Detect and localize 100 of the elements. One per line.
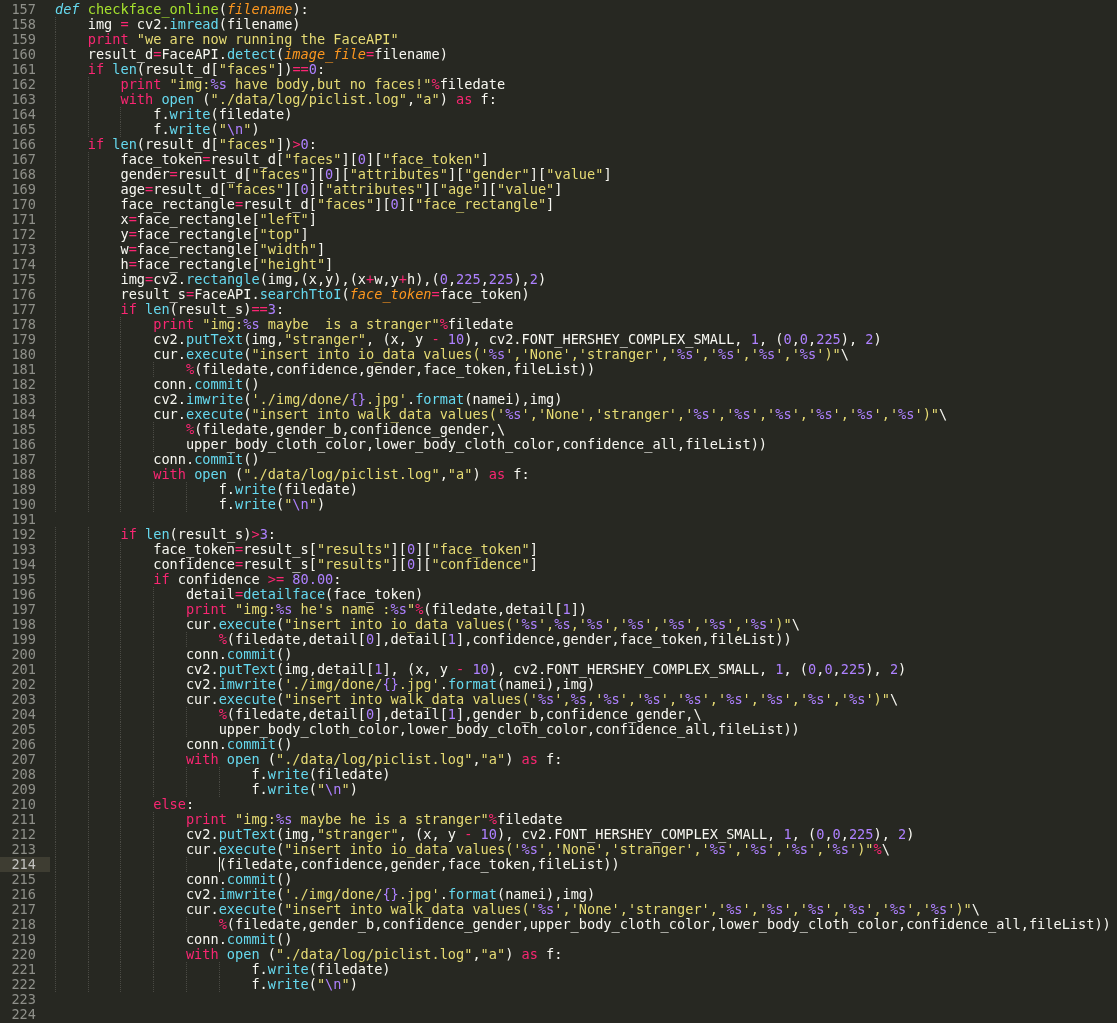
line-number: 184	[11, 407, 36, 422]
code-line: f.write("\n")	[55, 122, 260, 137]
line-number: 185	[11, 422, 36, 437]
code-line: conn.commit()	[55, 452, 260, 467]
code-line: with open ("./data/log/piclist.log","a") as f:	[55, 947, 563, 962]
code-line: conn.commit()	[55, 872, 293, 887]
code-line: if confidence >= 80.00:	[55, 572, 342, 587]
code-line: f.write("\n")	[55, 977, 358, 992]
line-number: 187	[11, 452, 36, 467]
code-line: age=result_d["faces"][0]["attributes"]["age"]["value"]	[55, 182, 563, 197]
code-line: with open ("./data/log/piclist.log","a") as f:	[55, 92, 497, 107]
code-line: f.write("\n")	[55, 782, 358, 797]
line-number: 201	[11, 662, 36, 677]
line-number: 166	[11, 137, 36, 152]
code-line: h=face_rectangle["height"]	[55, 257, 334, 272]
code-line: f.write(filedate)	[55, 962, 391, 977]
code-line: img = cv2.imread(filename)	[55, 17, 301, 32]
line-number: 224	[11, 1007, 36, 1022]
code-line: w=face_rectangle["width"]	[55, 242, 326, 257]
code-line: face_token=result_d["faces"][0]["face_token"]	[55, 152, 489, 167]
line-number: 205	[11, 722, 36, 737]
line-number: 202	[11, 677, 36, 692]
code-line: %(filedate,detail[0],detail[1],confidence,gender,face_token,fileList))	[55, 632, 792, 647]
line-number: 206	[11, 737, 36, 752]
line-number: 174	[11, 257, 36, 272]
code-line: confidence=result_s["results"][0]["confidence"]	[55, 557, 538, 572]
line-number: 211	[11, 812, 36, 827]
code-line: with open ("./data/log/piclist.log","a") as f:	[55, 467, 530, 482]
line-number: 180	[11, 347, 36, 362]
code-line: (filedate,confidence,gender,face_token,fileList))	[55, 857, 620, 872]
line-number: 218	[11, 917, 36, 932]
line-number: 167	[11, 152, 36, 167]
line-number: 215	[11, 872, 36, 887]
line-number: 163	[11, 92, 36, 107]
code-line: if len(result_d["faces"])>0:	[55, 137, 317, 152]
line-number: 157	[11, 2, 36, 17]
line-number: 158	[11, 17, 36, 32]
code-line: %(filedate,confidence,gender,face_token,fileList))	[55, 362, 596, 377]
code-line: if len(result_s)==3:	[55, 302, 285, 317]
line-number: 214	[11, 857, 36, 872]
line-number: 169	[11, 182, 36, 197]
line-number: 175	[11, 272, 36, 287]
code-line: cv2.imwrite('./img/done/{}.jpg'.format(namei),img)	[55, 677, 596, 692]
code-line: detail=detailface(face_token)	[55, 587, 424, 602]
line-number: 219	[11, 932, 36, 947]
line-number: 181	[11, 362, 36, 377]
code-line: conn.commit()	[55, 737, 293, 752]
code-line: cv2.putText(img,"stranger", (x, y - 10), cv2.FONT_HERSHEY_COMPLEX_SMALL, 1, (0,0,225), 2)	[55, 827, 915, 842]
line-number: 209	[11, 782, 36, 797]
code-line: face_token=result_s["results"][0]["face_token"]	[55, 542, 538, 557]
code-line: with open ("./data/log/piclist.log","a") as f:	[55, 752, 563, 767]
code-line: print "img:%s maybe he is a stranger"%filedate	[55, 812, 563, 827]
line-number: 183	[11, 392, 36, 407]
line-number: 217	[11, 902, 36, 917]
code-line: result_s=FaceAPI.searchTtoI(face_token=face_token)	[55, 287, 530, 302]
line-number: 212	[11, 827, 36, 842]
line-number: 213	[11, 842, 36, 857]
code-line: cv2.putText(img,detail[1], (x, y - 10), cv2.FONT_HERSHEY_COMPLEX_SMALL, 1, (0,0,225), 2)	[55, 662, 907, 677]
code-line: gender=result_d["faces"][0]["attributes"]["gender"]["value"]	[55, 167, 612, 182]
code-line: f.write("\n")	[55, 497, 326, 512]
code-line: print "img:%s he's name :%s"%(filedate,detail[1])	[55, 602, 587, 617]
line-number: 178	[11, 317, 36, 332]
code-line: cur.execute("insert into walk_data values('%s','None','stranger','%s','%s','%s','%s','%s','%s')"\	[55, 407, 948, 422]
code-line: %(filedate,gender_b,confidence_gender,\	[55, 422, 506, 437]
code-line: if len(result_d["faces"])==0:	[55, 62, 326, 77]
line-number: 193	[11, 542, 36, 557]
code-line: cur.execute("insert into walk_data values('%s','None','stranger','%s','%s','%s','%s','%s','%s')"\	[55, 902, 980, 917]
line-number: 164	[11, 107, 36, 122]
line-number: 204	[11, 707, 36, 722]
line-number: 199	[11, 632, 36, 647]
code-line: %(filedate,detail[0],detail[1],gender_b,confidence_gender,\	[55, 707, 702, 722]
line-number: 182	[11, 377, 36, 392]
code-line: print "img:%s have body,but no faces!"%filedate	[55, 77, 506, 92]
line-number: 196	[11, 587, 36, 602]
line-number: 171	[11, 212, 36, 227]
code-line: conn.commit()	[55, 647, 293, 662]
line-number: 186	[11, 437, 36, 452]
code-line: else:	[55, 797, 195, 812]
code-line: if len(result_s)>3:	[55, 527, 276, 542]
line-number: 159	[11, 32, 36, 47]
line-number: 165	[11, 122, 36, 137]
line-number: 192	[11, 527, 36, 542]
code-line: %(filedate,gender_b,confidence_gender,upper_body_cloth_color,lower_body_cloth_color,confidence_all,fileList))	[55, 917, 1111, 932]
code-line: face_rectangle=result_d["faces"][0]["face_rectangle"]	[55, 197, 555, 212]
code-line: conn.commit()	[55, 377, 260, 392]
code-line: cv2.putText(img,"stranger", (x, y - 10), cv2.FONT_HERSHEY_COMPLEX_SMALL, 1, (0,0,225), 2)	[55, 332, 882, 347]
code-line: x=face_rectangle["left"]	[55, 212, 317, 227]
line-number: 176	[11, 287, 36, 302]
code-line: def checkface_online(filename):	[55, 2, 309, 17]
code-line: print "we are now running the FaceAPI"	[55, 32, 399, 47]
code-line: cur.execute("insert into io_data values('%s','None','stranger','%s','%s','%s','%s')"\	[55, 347, 849, 362]
code-line: f.write(filedate)	[55, 482, 358, 497]
code-line: cur.execute("insert into walk_data values('%s',%s,'%s','%s','%s','%s','%s','%s','%s')"\	[55, 692, 899, 707]
line-number: 188	[11, 467, 36, 482]
line-number: 221	[11, 962, 36, 977]
line-number: 210	[11, 797, 36, 812]
line-number: 168	[11, 167, 36, 182]
code-line: cur.execute("insert into io_data values('%s','None','stranger','%s','%s','%s','%s')"%\	[55, 842, 890, 857]
line-number: 222	[11, 977, 36, 992]
code-line: img=cv2.rectangle(img,(x,y),(x+w,y+h),(0,225,225),2)	[55, 272, 547, 287]
